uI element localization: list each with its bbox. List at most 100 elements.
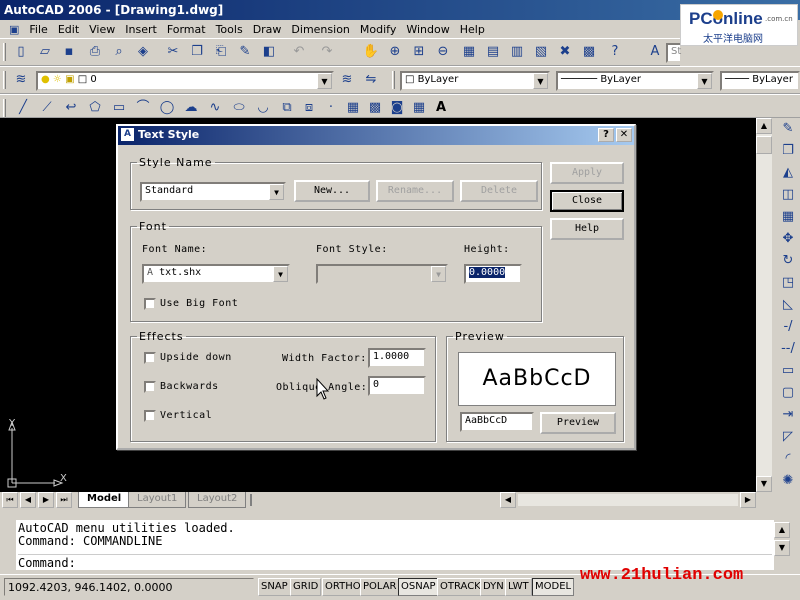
zoom-realtime-icon[interactable]: ⊕ — [386, 43, 404, 61]
menu-modify[interactable]: Modify — [355, 23, 401, 36]
ellipse-icon[interactable]: ⬭ — [230, 99, 248, 117]
tab-splitter[interactable] — [250, 494, 252, 506]
layer-manager-icon[interactable]: ≋ — [12, 71, 30, 89]
menu-edit[interactable]: Edit — [53, 23, 84, 36]
horizontal-scroll-track[interactable] — [518, 494, 738, 506]
fillet-icon[interactable]: ◜ — [779, 450, 797, 468]
help-button[interactable]: Help — [550, 218, 624, 240]
menu-dimension[interactable]: Dimension — [286, 23, 354, 36]
oblique-angle-input[interactable]: 0 — [368, 376, 426, 396]
font-style-select[interactable]: ▼ — [316, 264, 448, 284]
move-icon[interactable]: ✥ — [779, 230, 797, 248]
height-input[interactable]: 0.0000 — [464, 264, 522, 284]
properties-icon[interactable]: ▦ — [460, 43, 478, 61]
toolbar-grip[interactable] — [3, 71, 6, 89]
scale-icon[interactable]: ◳ — [779, 274, 797, 292]
rectangle-icon[interactable]: ▭ — [110, 99, 128, 117]
gradient-icon[interactable]: ▩ — [366, 99, 384, 117]
menu-window[interactable]: Window — [401, 23, 454, 36]
scroll-down-icon[interactable]: ▼ — [756, 476, 772, 492]
chevron-down-icon[interactable]: ▼ — [273, 266, 288, 282]
multiline-text-icon[interactable]: A — [432, 99, 450, 117]
table-icon[interactable]: ▦ — [410, 99, 428, 117]
print-icon[interactable]: ⎙ — [86, 43, 104, 61]
explode-icon[interactable]: ✺ — [779, 472, 797, 490]
rotate-icon[interactable]: ↻ — [779, 252, 797, 270]
scroll-thumb[interactable] — [756, 136, 772, 154]
construction-line-icon[interactable]: ⟋ — [38, 99, 56, 117]
make-current-layer-icon[interactable]: ≋ — [338, 71, 356, 89]
stretch-icon[interactable]: ◺ — [779, 296, 797, 314]
menu-help[interactable]: Help — [455, 23, 490, 36]
break-at-point-icon[interactable]: ▭ — [779, 362, 797, 380]
menu-view[interactable]: View — [84, 23, 120, 36]
command-history[interactable]: AutoCAD menu utilities loaded. Command: … — [16, 520, 774, 570]
last-tab-icon[interactable]: ⏭ — [56, 492, 72, 508]
backwards-checkbox[interactable] — [144, 381, 156, 393]
break-icon[interactable]: ▢ — [779, 384, 797, 402]
markup-icon[interactable]: ✖ — [556, 43, 574, 61]
layer-previous-icon[interactable]: ⇋ — [362, 71, 380, 89]
style-search-input[interactable]: St — [666, 43, 681, 63]
grid-toggle[interactable]: GRID — [290, 578, 322, 596]
undo-icon[interactable]: ↶ — [290, 43, 308, 61]
toolbar-grip[interactable] — [392, 71, 395, 89]
chevron-down-icon[interactable]: ▼ — [269, 184, 284, 200]
preview-text-input[interactable]: AaBbCcD — [460, 412, 534, 432]
previous-tab-icon[interactable]: ◀ — [20, 492, 36, 508]
cmd-scroll-up-icon[interactable]: ▲ — [774, 522, 790, 538]
zoom-previous-icon[interactable]: ⊖ — [434, 43, 452, 61]
linetype-combo[interactable]: ────── ByLayer ▼ — [556, 71, 714, 91]
rename-button[interactable]: Rename... — [376, 180, 454, 202]
publish-icon[interactable]: ◈ — [134, 43, 152, 61]
lwt-toggle[interactable]: LWT — [505, 578, 532, 596]
arc-icon[interactable]: ⌒ — [134, 99, 152, 117]
new-button[interactable]: New... — [294, 180, 370, 202]
menu-file[interactable]: File — [24, 23, 52, 36]
make-block-icon[interactable]: ⧈ — [300, 99, 318, 117]
open-icon[interactable]: ▱ — [36, 43, 54, 61]
text-style-icon[interactable]: A — [646, 43, 664, 61]
trim-icon[interactable]: -/ — [779, 318, 797, 336]
tool-palettes-icon[interactable]: ▥ — [508, 43, 526, 61]
scroll-left-icon[interactable]: ◀ — [500, 492, 516, 508]
calculator-icon[interactable]: ▩ — [580, 43, 598, 61]
menu-insert[interactable]: Insert — [120, 23, 162, 36]
model-toggle[interactable]: MODEL — [532, 578, 575, 596]
menu-tools[interactable]: Tools — [211, 23, 248, 36]
snap-toggle[interactable]: SNAP — [258, 578, 291, 596]
menu-draw[interactable]: Draw — [248, 23, 287, 36]
save-icon[interactable]: ▪ — [60, 43, 78, 61]
join-icon[interactable]: ⇥ — [779, 406, 797, 424]
region-icon[interactable]: ◙ — [388, 99, 406, 117]
first-tab-icon[interactable]: ⏮ — [2, 492, 18, 508]
match-properties-icon[interactable]: ✎ — [236, 43, 254, 61]
tab-layout1[interactable]: Layout1 — [128, 492, 187, 508]
copy-object-icon[interactable]: ❐ — [779, 142, 797, 160]
line-icon[interactable]: ╱ — [14, 99, 32, 117]
dialog-title-bar[interactable]: A Text Style ? ✕ — [118, 126, 634, 145]
layer-combo[interactable]: ● ☼ ▣ □ 0 ▼ — [36, 71, 334, 91]
width-factor-input[interactable]: 1.0000 — [368, 348, 426, 368]
revision-cloud-icon[interactable]: ☁ — [182, 99, 200, 117]
dyn-toggle[interactable]: DYN — [480, 578, 507, 596]
color-combo[interactable]: □ ByLayer ▼ — [400, 71, 550, 91]
close-button[interactable]: Close — [550, 190, 624, 212]
coordinate-readout[interactable]: 1092.4203, 946.1402, 0.0000 — [4, 578, 254, 596]
copy-icon[interactable]: ❐ — [188, 43, 206, 61]
offset-icon[interactable]: ◫ — [779, 186, 797, 204]
cmd-scroll-down-icon[interactable]: ▼ — [774, 540, 790, 556]
chamfer-icon[interactable]: ◸ — [779, 428, 797, 446]
use-big-font-checkbox[interactable] — [144, 298, 156, 310]
apply-button[interactable]: Apply — [550, 162, 624, 184]
paste-icon[interactable]: ⎗ — [212, 43, 230, 61]
point-icon[interactable]: · — [322, 99, 340, 117]
next-tab-icon[interactable]: ▶ — [38, 492, 54, 508]
close-icon[interactable]: ✕ — [616, 128, 632, 142]
hatch-icon[interactable]: ▦ — [344, 99, 362, 117]
dialog-help-icon[interactable]: ? — [598, 128, 614, 142]
cut-icon[interactable]: ✂ — [164, 43, 182, 61]
ellipse-arc-icon[interactable]: ◡ — [254, 99, 272, 117]
block-editor-icon[interactable]: ◧ — [260, 43, 278, 61]
polygon-icon[interactable]: ⬠ — [86, 99, 104, 117]
